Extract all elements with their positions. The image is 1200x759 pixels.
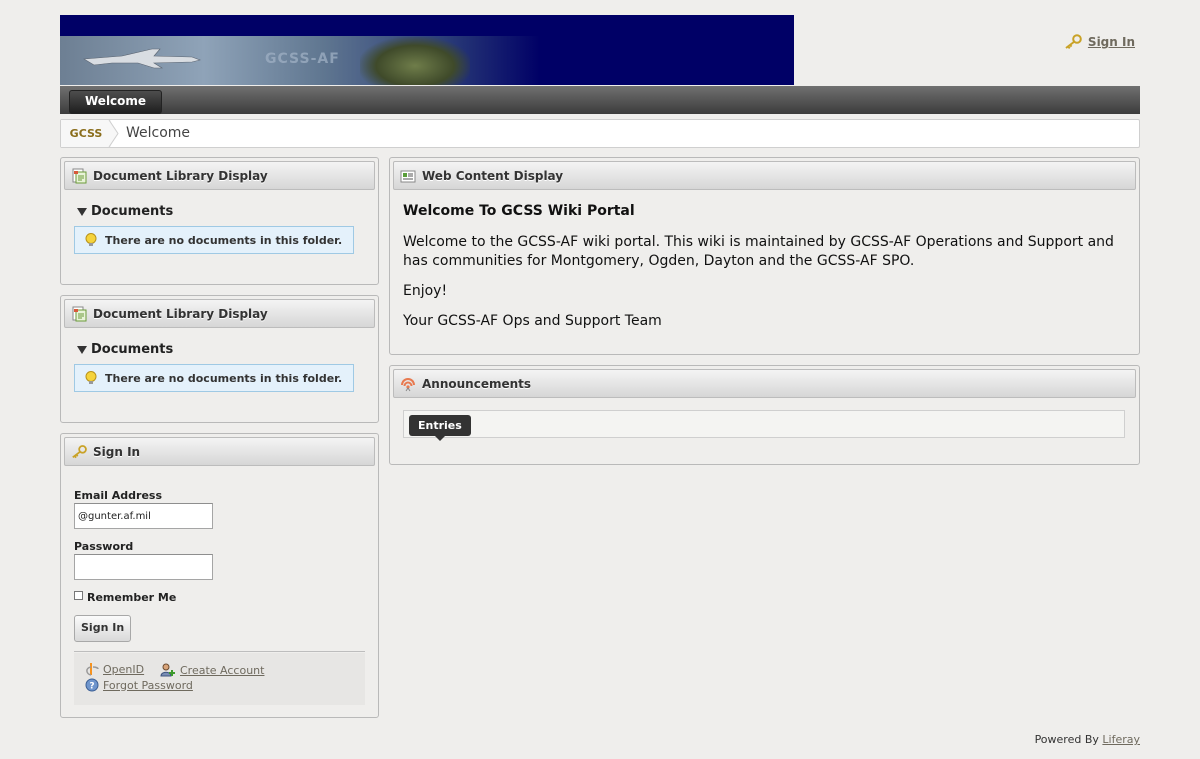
announcements-icon — [401, 377, 415, 391]
breadcrumb-separator-icon — [108, 120, 119, 147]
liferay-link[interactable]: Liferay — [1102, 733, 1140, 746]
portlet-title: Sign In — [93, 444, 141, 459]
portlet-title-bar[interactable]: Announcements — [393, 369, 1136, 398]
article-heading: Welcome To GCSS Wiki Portal — [403, 203, 635, 219]
document-library-icon — [72, 306, 87, 321]
documents-section-header[interactable]: Documents — [77, 204, 173, 219]
info-message-text: There are no documents in this folder. — [105, 233, 343, 247]
powered-by-text: Powered By — [1034, 733, 1099, 746]
forgot-password-link-row[interactable]: ? Forgot Password — [85, 678, 193, 692]
breadcrumb-item-welcome: Welcome — [126, 125, 191, 141]
collapse-triangle-icon — [77, 207, 87, 216]
lightbulb-icon — [85, 233, 97, 246]
sign-in-portlet: Sign In Email Address Password Remember … — [60, 433, 379, 718]
openid-link[interactable]: OpenID — [103, 663, 144, 676]
openid-icon — [86, 663, 99, 676]
help-icon: ? — [85, 678, 99, 692]
email-field[interactable] — [74, 503, 213, 529]
password-label: Password — [74, 540, 134, 553]
banner-title: GCSS-AF — [265, 51, 340, 67]
section-title: Documents — [91, 342, 174, 357]
portlet-title-bar[interactable]: Web Content Display — [393, 161, 1136, 190]
document-library-icon — [72, 168, 87, 183]
sign-in-link[interactable]: Sign In — [1088, 35, 1135, 49]
remember-me-label: Remember Me — [87, 591, 177, 604]
web-content-portlet: Web Content Display Welcome To GCSS Wiki… — [389, 157, 1140, 355]
info-message: There are no documents in this folder. — [74, 364, 354, 392]
section-title: Documents — [91, 204, 174, 219]
collapse-triangle-icon — [77, 345, 87, 354]
article-signature: Your GCSS-AF Ops and Support Team — [403, 313, 662, 329]
info-message: There are no documents in this folder. — [74, 226, 354, 254]
svg-text:?: ? — [89, 682, 94, 692]
key-icon — [1065, 34, 1082, 50]
key-icon — [72, 444, 87, 458]
document-library-portlet-1: Document Library Display Documents There… — [60, 157, 379, 285]
fighter-jet-icon — [83, 48, 202, 69]
article-enjoy: Enjoy! — [403, 283, 448, 299]
header-sign-in[interactable]: Sign In — [1064, 34, 1135, 50]
article-paragraph: Welcome to the GCSS-AF wiki portal. This… — [403, 234, 1114, 269]
document-library-portlet-2: Document Library Display Documents There… — [60, 295, 379, 423]
create-account-link[interactable]: Create Account — [180, 664, 264, 677]
announcements-portlet: Announcements Entries — [389, 365, 1140, 465]
documents-section-header[interactable]: Documents — [77, 342, 173, 357]
create-account-icon — [160, 663, 175, 677]
openid-link-row[interactable]: OpenID — [85, 662, 144, 676]
announcements-tabs: Entries — [403, 410, 1125, 441]
breadcrumb: GCSS Welcome — [60, 119, 1140, 148]
password-field[interactable] — [74, 554, 213, 580]
portlet-title-bar[interactable]: Document Library Display — [64, 161, 375, 190]
portlet-title: Web Content Display — [422, 168, 564, 183]
banner-pilot-image — [360, 37, 470, 85]
info-message-text: There are no documents in this folder. — [105, 371, 343, 385]
breadcrumb-item-gcss[interactable]: GCSS — [61, 120, 111, 147]
header-banner: GCSS-AF — [60, 15, 794, 85]
footer: Powered By Liferay — [1035, 733, 1140, 746]
portlet-title: Announcements — [422, 376, 532, 391]
forgot-password-link[interactable]: Forgot Password — [103, 679, 193, 692]
lightbulb-icon — [85, 371, 97, 384]
portlet-title: Document Library Display — [93, 306, 268, 321]
portlet-title-bar[interactable]: Document Library Display — [64, 299, 375, 328]
divider — [74, 651, 365, 652]
sign-in-button[interactable]: Sign In — [74, 615, 132, 642]
tab-entries[interactable]: Entries — [409, 415, 471, 441]
tab-welcome[interactable]: Welcome — [69, 90, 163, 114]
remember-me-checkbox[interactable] — [74, 591, 83, 600]
main-navigation: Welcome — [60, 86, 1140, 114]
sign-in-links: OpenID Create Account ? Forgot Password — [74, 653, 365, 705]
web-content-icon — [400, 170, 416, 182]
portlet-title: Document Library Display — [93, 168, 268, 183]
email-label: Email Address — [74, 489, 163, 502]
portlet-title-bar[interactable]: Sign In — [64, 437, 375, 466]
create-account-link-row[interactable]: Create Account — [160, 662, 264, 678]
